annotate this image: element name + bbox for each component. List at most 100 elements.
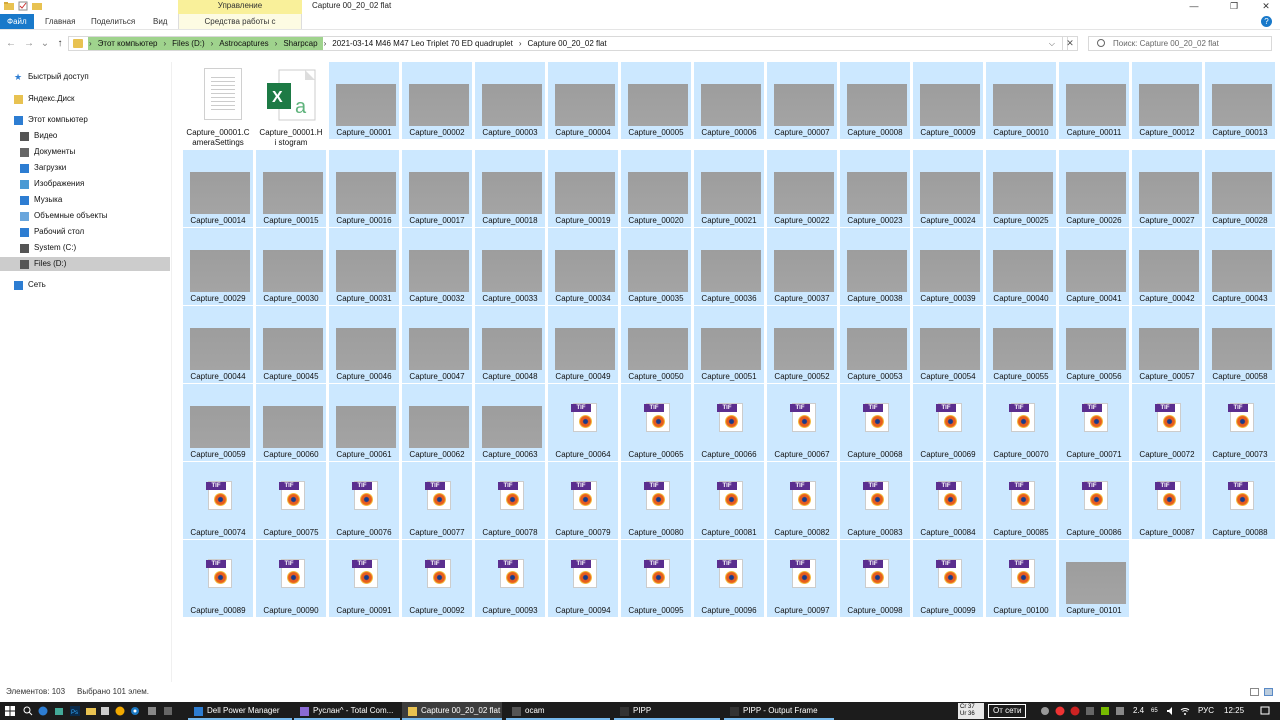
cpu-temperature-widget[interactable]: Cr 37 Ur 36 — [958, 703, 984, 719]
recent-locations-button[interactable]: ⌄ — [38, 37, 52, 51]
file-item[interactable]: TIF Capture_00095 — [621, 540, 691, 617]
file-item[interactable]: TIF Capture_00086 — [1059, 462, 1129, 539]
file-item[interactable]: Capture_00020 — [621, 150, 691, 227]
sidebar-item-desktop[interactable]: Рабочий стол — [20, 225, 84, 239]
file-item[interactable]: Capture_00043 — [1205, 228, 1275, 305]
file-item[interactable]: Capture_00060 — [256, 384, 326, 461]
file-item[interactable]: TIF Capture_00067 — [767, 384, 837, 461]
file-item[interactable]: Capture_00061 — [329, 384, 399, 461]
file-item[interactable]: TIF Capture_00091 — [329, 540, 399, 617]
up-button[interactable]: ↑ — [53, 37, 67, 51]
file-item[interactable]: Capture_00024 — [913, 150, 983, 227]
file-item[interactable]: Capture_00021 — [694, 150, 764, 227]
file-item[interactable]: Capture_00022 — [767, 150, 837, 227]
file-item[interactable]: Capture_00101 — [1059, 540, 1129, 617]
file-item[interactable]: TIF Capture_00096 — [694, 540, 764, 617]
file-item[interactable]: TIF Capture_00085 — [986, 462, 1056, 539]
photoshop-icon[interactable]: Ps — [70, 706, 80, 716]
file-item[interactable]: TIF Capture_00064 — [548, 384, 618, 461]
file-item[interactable]: Capture_00001 — [329, 62, 399, 139]
file-item[interactable]: Capture_00008 — [840, 62, 910, 139]
power-icon[interactable] — [1070, 706, 1080, 716]
file-item[interactable]: Capture_00037 — [767, 228, 837, 305]
file-item[interactable]: Capture_00025 — [986, 150, 1056, 227]
file-item[interactable]: TIF Capture_00093 — [475, 540, 545, 617]
explorer-icon[interactable] — [86, 706, 96, 716]
tab-home[interactable]: Главная — [38, 14, 82, 29]
file-item[interactable]: TIF Capture_00077 — [402, 462, 472, 539]
file-item[interactable]: Capture_00057 — [1132, 306, 1202, 383]
file-item[interactable]: Capture_00059 — [183, 384, 253, 461]
tray-icon[interactable] — [1115, 706, 1125, 716]
file-item[interactable]: Capture_00046 — [329, 306, 399, 383]
file-item[interactable]: TIF Capture_00075 — [256, 462, 326, 539]
file-item[interactable]: TIF Capture_00081 — [694, 462, 764, 539]
breadcrumb-files-d[interactable]: Files (D:) — [167, 37, 210, 50]
file-item[interactable]: Capture_00014 — [183, 150, 253, 227]
file-item[interactable]: Capture_00003 — [475, 62, 545, 139]
address-bar[interactable]: › Этот компьютер › Files (D:) › Astrocap… — [68, 36, 1068, 51]
file-item[interactable]: TIF Capture_00070 — [986, 384, 1056, 461]
file-item[interactable]: TIF Capture_00068 — [840, 384, 910, 461]
file-item[interactable]: Capture_00002 — [402, 62, 472, 139]
file-item[interactable]: Capture_00058 — [1205, 306, 1275, 383]
file-item[interactable]: Capture_00019 — [548, 150, 618, 227]
file-item[interactable]: Capture_00034 — [548, 228, 618, 305]
file-item[interactable]: Capture_00045 — [256, 306, 326, 383]
sharpcap-icon[interactable] — [115, 706, 125, 716]
windows-start-icon[interactable] — [5, 706, 15, 716]
file-item[interactable]: Capture_00031 — [329, 228, 399, 305]
file-item[interactable]: TIF Capture_00071 — [1059, 384, 1129, 461]
wifi-icon[interactable] — [1180, 706, 1190, 716]
file-item[interactable]: TIF Capture_00090 — [256, 540, 326, 617]
record-icon[interactable] — [1055, 706, 1065, 716]
file-item[interactable]: TIF Capture_00094 — [548, 540, 618, 617]
new-folder-icon[interactable] — [32, 1, 42, 11]
file-item[interactable]: Capture_00053 — [840, 306, 910, 383]
notifications-icon[interactable] — [1260, 706, 1270, 716]
clear-address-button[interactable]: ✕ — [1062, 36, 1078, 51]
breadcrumb-this-pc[interactable]: Этот компьютер — [92, 37, 163, 50]
help-icon[interactable]: ? — [1261, 16, 1272, 27]
network-status[interactable]: От сети — [988, 704, 1027, 718]
taskbar-app[interactable]: PIPP — [614, 702, 720, 720]
file-item[interactable]: Capture_00063 — [475, 384, 545, 461]
file-item[interactable]: Capture_00017 — [402, 150, 472, 227]
sidebar-item-video[interactable]: Видео — [20, 129, 57, 143]
file-item[interactable]: Capture_00035 — [621, 228, 691, 305]
back-button[interactable]: ← — [4, 37, 18, 51]
file-item[interactable]: Capture_00041 — [1059, 228, 1129, 305]
file-item[interactable]: Capture_00007 — [767, 62, 837, 139]
file-item[interactable]: Capture_00004 — [548, 62, 618, 139]
file-item[interactable]: TIF Capture_00066 — [694, 384, 764, 461]
search-input[interactable]: Поиск: Capture 00_20_02 flat — [1088, 36, 1272, 51]
edge-icon[interactable] — [38, 706, 48, 716]
address-dropdown-icon[interactable]: ⌵ — [1049, 37, 1055, 50]
file-item[interactable]: Capture_00050 — [621, 306, 691, 383]
file-item[interactable]: TIF Capture_00089 — [183, 540, 253, 617]
file-item[interactable]: TIF Capture_00072 — [1132, 384, 1202, 461]
search-icon[interactable] — [23, 706, 33, 716]
file-item[interactable]: Capture_00051 — [694, 306, 764, 383]
file-item[interactable]: TIF Capture_00088 — [1205, 462, 1275, 539]
close-button[interactable]: ✕ — [1252, 0, 1280, 14]
taskbar-app[interactable]: Dell Power Manager — [188, 702, 292, 720]
file-item[interactable]: Capture_00013 — [1205, 62, 1275, 139]
clock[interactable]: 12:25 — [1224, 702, 1244, 720]
file-item[interactable]: Capture_00062 — [402, 384, 472, 461]
file-item[interactable]: Capture_00011 — [1059, 62, 1129, 139]
app-icon[interactable] — [163, 706, 173, 716]
sidebar-item-computer[interactable]: Этот компьютер — [14, 113, 88, 127]
sidebar-item-3d-objects[interactable]: Объемные объекты — [20, 209, 108, 223]
file-item[interactable]: Capture_00054 — [913, 306, 983, 383]
file-item[interactable]: Capture_00027 — [1132, 150, 1202, 227]
sidebar-item-downloads[interactable]: Загрузки — [20, 161, 66, 175]
file-item[interactable]: Capture_00032 — [402, 228, 472, 305]
sidebar-item-network[interactable]: Сеть — [14, 278, 46, 292]
taskbar-app[interactable]: ocam — [506, 702, 610, 720]
breadcrumb-astrocaptures[interactable]: Astrocaptures — [214, 37, 274, 50]
tab-view[interactable]: Вид — [146, 14, 174, 29]
minimize-button[interactable]: — — [1180, 0, 1208, 14]
file-item[interactable]: Capture_00018 — [475, 150, 545, 227]
file-item[interactable]: Capture_00005 — [621, 62, 691, 139]
